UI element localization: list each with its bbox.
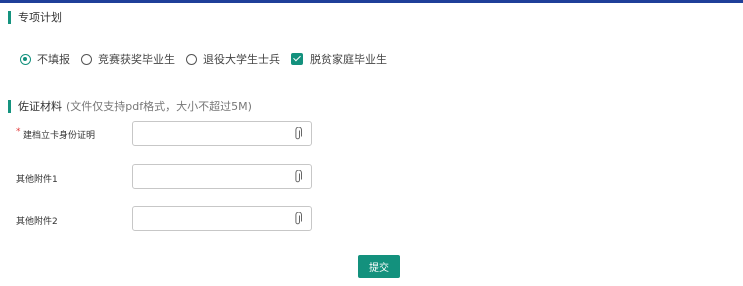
- materials-note: (文件仅支持pdf格式，大小不超过5M): [66, 100, 252, 113]
- option-competition-label: 竞赛获奖毕业生: [98, 53, 175, 66]
- option-none[interactable]: 不填报: [20, 51, 70, 67]
- option-poverty[interactable]: 脱贫家庭毕业生: [291, 51, 387, 67]
- paperclip-icon[interactable]: [293, 127, 303, 141]
- paperclip-icon[interactable]: [293, 212, 303, 226]
- materials-header: 佐证材料 (文件仅支持pdf格式，大小不超过5M): [8, 98, 252, 114]
- top-border: [0, 0, 743, 3]
- section-marker: [8, 99, 11, 113]
- radio-checked-icon[interactable]: [20, 53, 31, 65]
- radio-icon[interactable]: [186, 53, 197, 65]
- paperclip-icon[interactable]: [293, 170, 303, 184]
- option-competition[interactable]: 竞赛获奖毕业生: [81, 51, 175, 67]
- checkbox-checked-icon[interactable]: [291, 53, 303, 65]
- section-marker: [8, 10, 11, 24]
- radio-icon[interactable]: [81, 53, 92, 65]
- special-plan-header: 专项计划: [8, 9, 62, 25]
- id-proof-upload[interactable]: [132, 121, 312, 146]
- attachment-1-upload[interactable]: [132, 164, 312, 189]
- attachment-1-label: 其他附件1: [16, 175, 58, 185]
- option-poverty-label: 脱贫家庭毕业生: [310, 53, 387, 66]
- special-plan-options: 不填报 竞赛获奖毕业生 退役大学生士兵 脱贫家庭毕业生: [20, 51, 398, 67]
- materials-title: 佐证材料: [18, 100, 62, 113]
- required-mark: *: [16, 127, 21, 137]
- id-proof-label: 建档立卡身份证明: [23, 131, 96, 141]
- submit-button[interactable]: 提交: [358, 255, 400, 278]
- option-veteran[interactable]: 退役大学生士兵: [186, 51, 280, 67]
- attachment-2-label: 其他附件2: [16, 217, 58, 227]
- option-none-label: 不填报: [37, 53, 70, 66]
- attachment-2-upload[interactable]: [132, 206, 312, 231]
- option-veteran-label: 退役大学生士兵: [203, 53, 280, 66]
- form-page: 专项计划 不填报 竞赛获奖毕业生 退役大学生士兵 脱贫家庭毕业生 佐证材料 (文…: [0, 0, 743, 286]
- special-plan-title: 专项计划: [18, 11, 62, 24]
